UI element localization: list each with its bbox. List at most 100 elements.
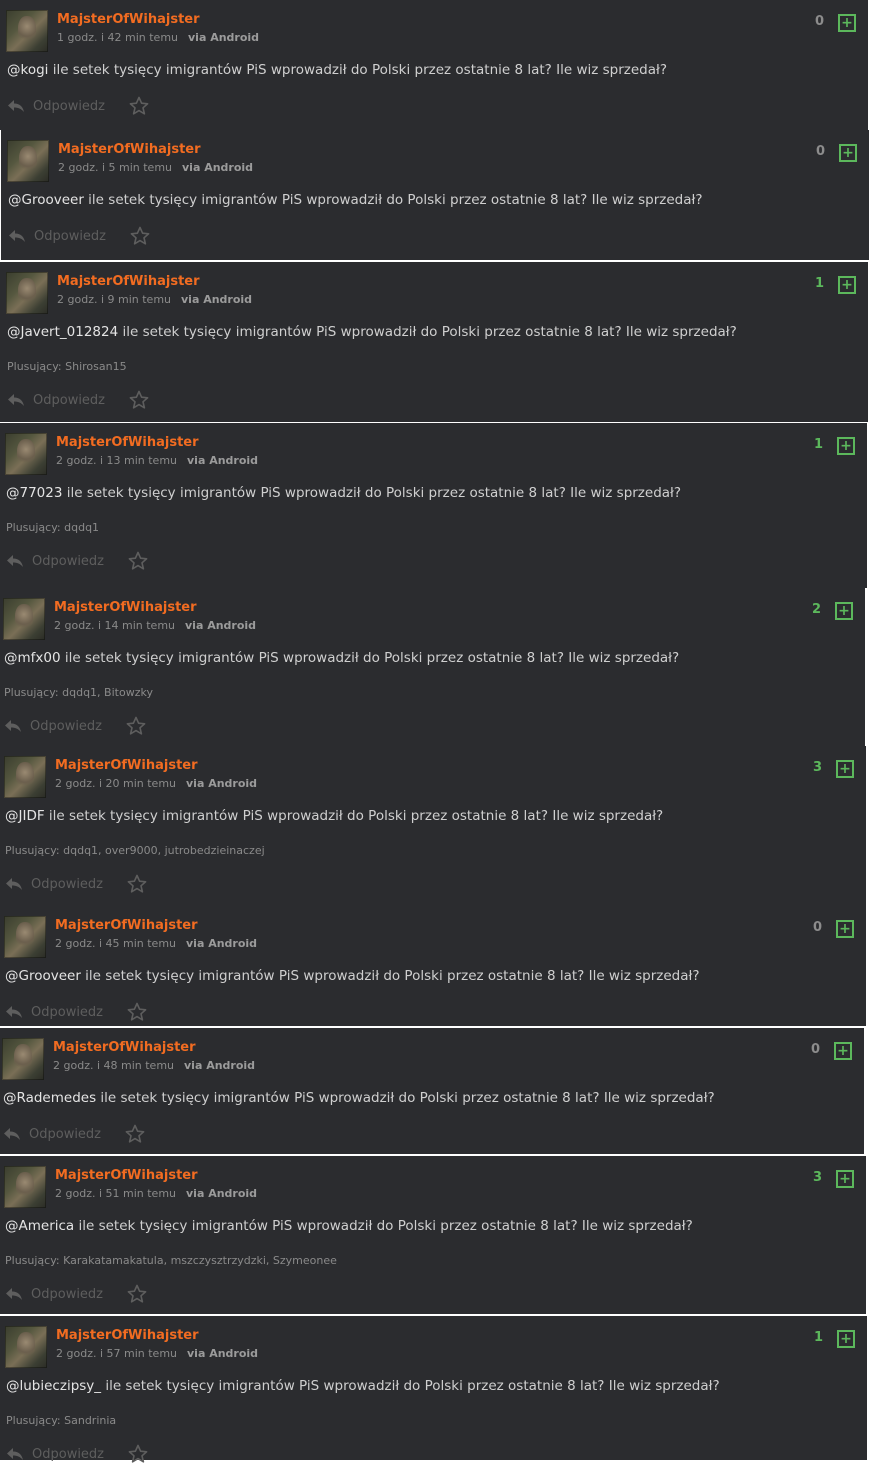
comment-text: @Rademedes ile setek tysięcy imigrantów … — [3, 1090, 715, 1106]
upvote-button[interactable]: + — [837, 437, 855, 455]
username[interactable]: MajsterOfWihajster — [56, 1328, 199, 1343]
star-icon[interactable] — [127, 1002, 147, 1022]
vote-count: 3 — [812, 1170, 822, 1185]
username[interactable]: MajsterOfWihajster — [56, 435, 199, 450]
reply-icon[interactable] — [7, 99, 25, 113]
mention-link[interactable]: @mfx00 — [4, 650, 61, 666]
timestamp: 2 godz. i 5 min temu — [58, 161, 173, 174]
avatar[interactable] — [5, 433, 47, 475]
reply-button[interactable]: Odpowiedz — [34, 229, 106, 244]
username[interactable]: MajsterOfWihajster — [58, 142, 201, 157]
mention-link[interactable]: @Rademedes — [3, 1090, 96, 1106]
username[interactable]: MajsterOfWihajster — [57, 274, 200, 289]
star-icon[interactable] — [129, 390, 149, 410]
comment-actions: Odpowiedz — [5, 1284, 147, 1304]
plusers-list[interactable]: Sandrinia — [64, 1414, 116, 1427]
upvote-button[interactable]: + — [836, 760, 854, 778]
mention-link[interactable]: @America — [5, 1218, 74, 1234]
reply-icon[interactable] — [3, 1127, 21, 1141]
avatar[interactable] — [5, 1326, 47, 1368]
upvote-button[interactable]: + — [836, 1170, 854, 1188]
avatar[interactable] — [3, 598, 45, 640]
upvote-button[interactable]: + — [837, 1330, 855, 1348]
reply-button[interactable]: Odpowiedz — [33, 99, 105, 114]
reply-button[interactable]: Odpowiedz — [31, 1287, 103, 1302]
reply-icon[interactable] — [8, 229, 26, 243]
reply-button[interactable]: Odpowiedz — [32, 554, 104, 569]
avatar[interactable] — [7, 140, 49, 182]
comment-actions: Odpowiedz — [3, 1124, 145, 1144]
star-icon[interactable] — [128, 1444, 148, 1464]
plusers-list[interactable]: dqdq1, Bitowzky — [62, 686, 153, 699]
upvote-button[interactable]: + — [836, 920, 854, 938]
reply-icon[interactable] — [6, 1447, 24, 1461]
vote-count: 0 — [810, 1042, 820, 1057]
comment-text: @America ile setek tysięcy imigrantów Pi… — [5, 1218, 693, 1234]
star-icon[interactable] — [130, 226, 150, 246]
comment-text: @mfx00 ile setek tysięcy imigrantów PiS … — [4, 650, 679, 666]
vote-count: 0 — [815, 144, 825, 159]
reply-button[interactable]: Odpowiedz — [32, 1447, 104, 1462]
upvote-button[interactable]: + — [838, 276, 856, 294]
upvote-button[interactable]: + — [839, 144, 857, 162]
reply-button[interactable]: Odpowiedz — [30, 719, 102, 734]
reply-icon[interactable] — [5, 877, 23, 891]
plusers-list[interactable]: dqdq1, over9000, jutrobedzieinaczej — [63, 844, 265, 857]
comment: MajsterOfWihajster 2 godz. i 57 min temu… — [0, 1316, 867, 1463]
upvote-button[interactable]: + — [835, 602, 853, 620]
reply-button[interactable]: Odpowiedz — [31, 1005, 103, 1020]
mention-link[interactable]: @JIDF — [5, 808, 45, 824]
star-icon[interactable] — [126, 716, 146, 736]
reply-icon[interactable] — [4, 719, 22, 733]
upvote-button[interactable]: + — [838, 14, 856, 32]
vote-count: 1 — [814, 276, 824, 291]
comment-text: @77023 ile setek tysięcy imigrantów PiS … — [6, 485, 681, 501]
username[interactable]: MajsterOfWihajster — [55, 1168, 198, 1183]
avatar[interactable] — [2, 1038, 44, 1080]
via-label: via Android — [186, 937, 258, 950]
comment-meta: 2 godz. i 51 min temu via Android — [55, 1187, 257, 1200]
avatar[interactable] — [6, 10, 48, 52]
star-icon[interactable] — [127, 874, 147, 894]
star-icon[interactable] — [127, 1284, 147, 1304]
avatar[interactable] — [6, 272, 48, 314]
plusers-list[interactable]: Shirosan15 — [65, 360, 126, 373]
mention-link[interactable]: @77023 — [6, 485, 62, 501]
mention-link[interactable]: @kogi — [7, 62, 48, 78]
star-icon[interactable] — [125, 1124, 145, 1144]
reply-button[interactable]: Odpowiedz — [31, 877, 103, 892]
reply-icon[interactable] — [5, 1287, 23, 1301]
reply-icon[interactable] — [7, 393, 25, 407]
comment-body: ile setek tysięcy imigrantów PiS wprowad… — [96, 1090, 715, 1106]
avatar[interactable] — [4, 756, 46, 798]
avatar[interactable] — [4, 1166, 46, 1208]
plusers: Plusujący: dqdq1, over9000, jutrobedziei… — [5, 844, 265, 857]
comment-actions: Odpowiedz — [5, 874, 147, 894]
vote-count: 1 — [813, 437, 823, 452]
plusers-label: Plusujący: — [6, 521, 61, 534]
via-label: via Android — [182, 161, 254, 174]
mention-link[interactable]: @Javert_012824 — [7, 324, 118, 340]
username[interactable]: MajsterOfWihajster — [55, 918, 198, 933]
reply-button[interactable]: Odpowiedz — [33, 393, 105, 408]
star-icon[interactable] — [129, 96, 149, 116]
mention-link[interactable]: @lubieczipsy_ — [6, 1378, 101, 1394]
username[interactable]: MajsterOfWihajster — [57, 12, 200, 27]
reply-icon[interactable] — [6, 554, 24, 568]
username[interactable]: MajsterOfWihajster — [53, 1040, 196, 1055]
plusers-list[interactable]: dqdq1 — [64, 521, 99, 534]
reply-button[interactable]: Odpowiedz — [29, 1127, 101, 1142]
username[interactable]: MajsterOfWihajster — [54, 600, 197, 615]
upvote-button[interactable]: + — [834, 1042, 852, 1060]
comment-meta: 2 godz. i 48 min temu via Android — [53, 1059, 255, 1072]
plusers-list[interactable]: Karakatamakatula, mszczysztrzydzki, Szym… — [63, 1254, 337, 1267]
comment-meta: 2 godz. i 45 min temu via Android — [55, 937, 257, 950]
plusers: Plusujący: dqdq1, Bitowzky — [4, 686, 153, 699]
mention-link[interactable]: @Grooveer — [8, 192, 84, 208]
avatar[interactable] — [4, 916, 46, 958]
username[interactable]: MajsterOfWihajster — [55, 758, 198, 773]
vote-count: 0 — [812, 920, 822, 935]
mention-link[interactable]: @Grooveer — [5, 968, 81, 984]
reply-icon[interactable] — [5, 1005, 23, 1019]
star-icon[interactable] — [128, 551, 148, 571]
